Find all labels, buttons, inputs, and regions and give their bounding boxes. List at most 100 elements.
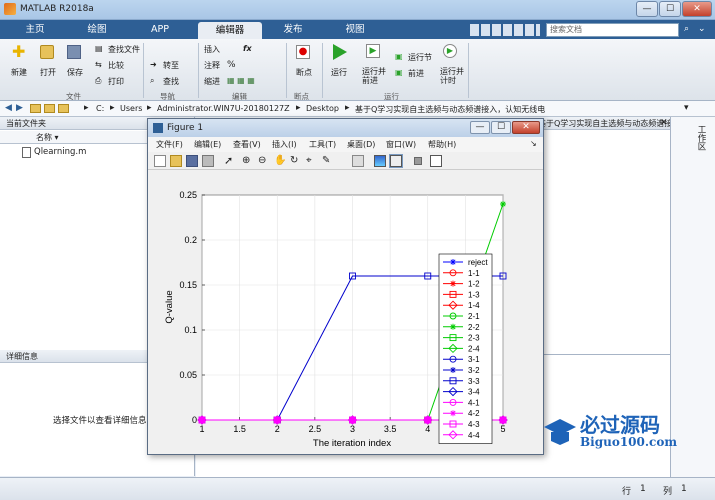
panel-menu-icon[interactable]: ✕ [660,118,668,128]
tab-editor[interactable]: 编辑器 [198,22,262,39]
quick-access-toolbar[interactable] [470,24,540,36]
goto-button[interactable]: 转至 [163,60,179,71]
current-folder-address-bar[interactable]: ◀ ▶ ▸ C: ▸ Users ▸ Administrator.WIN7U-2… [0,101,715,117]
run-section-button[interactable]: 运行节 [408,52,432,63]
path-segment[interactable]: C: [96,104,104,113]
figure-close-button[interactable]: ✕ [512,121,540,134]
new-button[interactable]: 新建 [11,67,27,78]
figure-window[interactable]: Figure 1 — ☐ ✕ 文件(F) 编辑(E) 查看(V) 插入(I) 工… [147,118,544,455]
legend-entry: 1-2 [468,280,480,289]
open-file-icon[interactable] [170,155,182,167]
run-button[interactable]: 运行 [331,67,347,78]
tab-view[interactable]: 视图 [330,20,380,39]
q-value-chart: 11.522.533.544.5500.050.10.150.20.25 The… [148,170,543,454]
advance-button[interactable]: 前进 [408,68,424,79]
compare-button[interactable]: 比较 [108,60,124,71]
zoom-out-icon[interactable]: ⊖ [258,155,270,167]
up-folder-icon[interactable] [44,104,55,113]
tab-home[interactable]: 主页 [10,20,60,39]
save-figure-icon[interactable] [186,155,198,167]
menu-desktop[interactable]: 桌面(D) [347,139,375,150]
open-button[interactable]: 打开 [40,67,56,78]
browse-icon[interactable] [58,104,69,113]
address-dropdown-icon[interactable]: ▾ [684,103,689,113]
path-segment[interactable]: Desktop [306,104,339,113]
path-segment[interactable]: Users [120,104,142,113]
close-button[interactable]: ✕ [682,1,712,17]
path-segment[interactable]: Administrator.WIN7U-20180127Z [157,104,290,113]
menu-view[interactable]: 查看(V) [233,139,261,150]
search-documentation-input[interactable]: 搜索文档 [546,23,679,37]
maximize-button[interactable]: ☐ [659,1,681,17]
back-icon[interactable]: ◀ [5,103,12,113]
goto-icon: ➜ [150,60,157,69]
x-tick-label: 5 [500,424,505,434]
legend-entry: 1-4 [468,301,480,310]
tab-apps[interactable]: APP [135,20,185,39]
insert-button[interactable]: 插入 [204,44,220,55]
hide-plot-tools-icon[interactable] [414,157,422,165]
data-point [349,416,356,424]
window-title: MATLAB R2018a [20,4,94,14]
file-list-item[interactable]: Qlearning.m [34,147,86,157]
rotate-icon[interactable]: ↻ [290,155,302,167]
tab-plots[interactable]: 绘图 [72,20,122,39]
menu-insert[interactable]: 插入(I) [272,139,297,150]
pan-icon[interactable]: ✋ [274,155,286,167]
run-and-advance-button[interactable]: 运行并 前进 [362,67,386,85]
colorbar-icon[interactable] [374,155,386,167]
y-tick-label: 0.15 [179,280,197,290]
save-button[interactable]: 保存 [67,67,83,78]
legend-icon[interactable] [389,154,403,168]
new-figure-icon[interactable] [154,155,166,167]
menu-window[interactable]: 窗口(W) [386,139,416,150]
print-button[interactable]: 打印 [108,76,124,87]
row-label: 行 [622,487,632,497]
legend-entry: 2-4 [468,344,480,353]
data-cursor-icon[interactable]: ⌖ [306,155,318,167]
minimize-button[interactable]: — [636,1,658,17]
brush-icon[interactable]: ✎ [322,155,334,167]
menu-tools[interactable]: 工具(T) [309,139,336,150]
divider [286,43,287,98]
collapse-ribbon-icon[interactable]: ⌄ [698,24,706,34]
workspace-panel[interactable]: 工作区 [670,117,715,477]
path-segment[interactable]: 基于Q学习实现自主选频与动态频谱接入，认知无线电 [355,104,545,115]
find-file-button[interactable]: 查找文件 [108,44,140,55]
forward-icon[interactable]: ▶ [16,103,23,113]
zoom-in-icon[interactable]: ⊕ [242,155,254,167]
run-and-time-button[interactable]: 运行并 计时 [440,67,464,85]
menu-file[interactable]: 文件(F) [156,139,183,150]
fx-button[interactable]: fx [243,44,252,53]
figure-title-bar[interactable]: Figure 1 — ☐ ✕ [148,119,543,137]
print-figure-icon[interactable] [202,155,214,167]
find-file-icon: ▤ [95,44,103,53]
breakpoints-icon: ● [296,45,310,59]
edit-tools-icon[interactable]: ▦ ▦ ▦ [227,76,255,85]
tab-publish[interactable]: 发布 [268,20,318,39]
figure-icon [153,123,163,133]
figure-maximize-button[interactable]: ☐ [491,121,511,134]
breakpoints-button[interactable]: 断点 [296,67,312,78]
comment-percent-icon[interactable]: % [227,60,236,70]
menu-help[interactable]: 帮助(H) [428,139,456,150]
figure-minimize-button[interactable]: — [470,121,490,134]
data-point [198,416,206,424]
col-value: 1 [681,484,687,494]
comment-button[interactable]: 注释 [204,60,220,71]
legend-entry: 3-3 [468,377,480,386]
menu-edit[interactable]: 编辑(E) [194,139,221,150]
folder-icon[interactable] [30,104,41,113]
chart-legend[interactable]: reject 1-1 1-21-3 1-4 2-1 2-2 2-32-4 3-1 3-2 3-3 3… [438,253,493,444]
menu-dock-icon[interactable]: ↘ [530,139,537,148]
y-tick-label: 0.1 [184,325,197,335]
search-icon[interactable]: ⌕ [684,24,689,34]
path-separator: ▸ [345,103,350,113]
pointer-icon[interactable]: ➚ [224,155,236,167]
find-button[interactable]: 查找 [163,76,179,87]
save-icon [67,45,81,59]
indent-button[interactable]: 缩进 [204,76,220,87]
link-plot-icon[interactable] [352,155,364,167]
show-plot-tools-icon[interactable] [430,155,442,167]
path-separator: ▸ [296,103,301,113]
